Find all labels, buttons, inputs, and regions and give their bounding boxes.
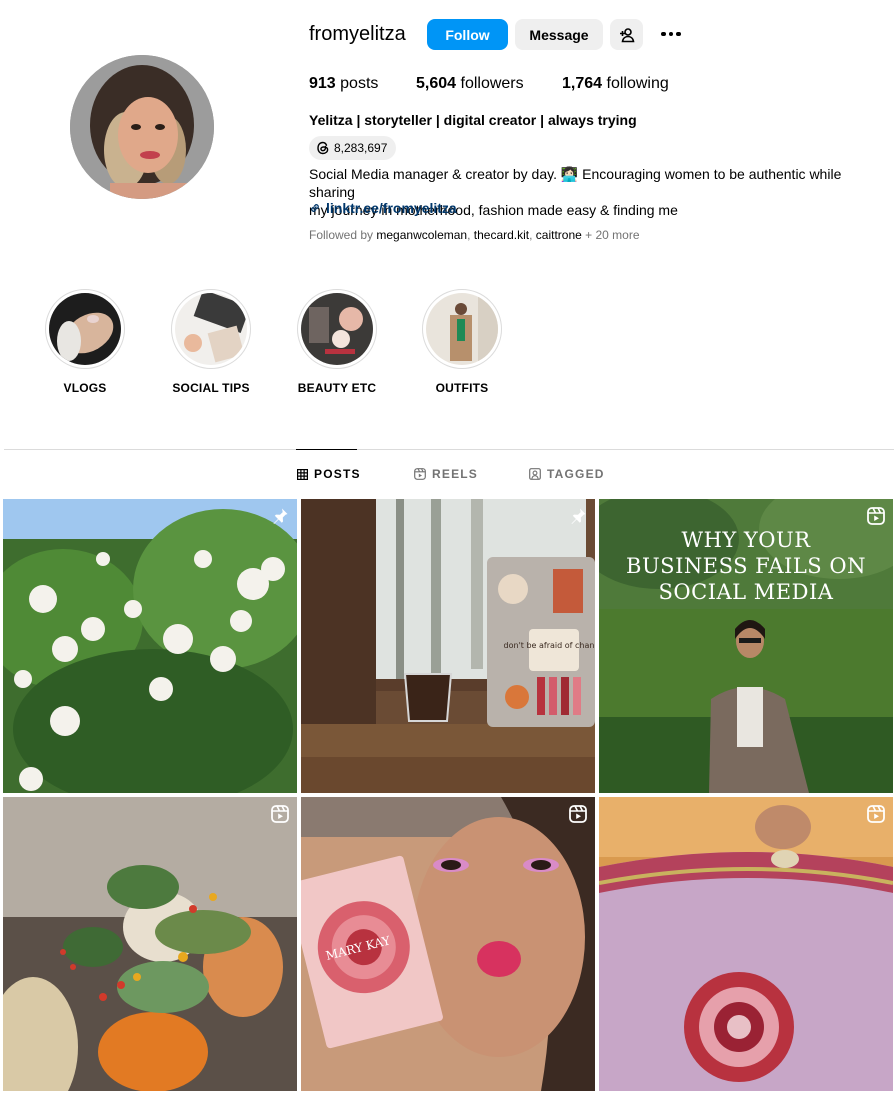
post-image: don't be afraid of change: [301, 499, 595, 793]
overlay-line: SOCIAL MEDIA: [658, 580, 834, 604]
message-button[interactable]: Message: [515, 19, 603, 50]
reel-icon: [867, 507, 885, 525]
tab-label: REELS: [432, 467, 479, 481]
highlight-beauty-etc[interactable]: BEAUTY ETC: [287, 289, 387, 395]
post-image: [3, 499, 297, 793]
pin-icon: [273, 508, 288, 524]
followed-by-user: thecard.kit: [473, 228, 530, 242]
post-tile[interactable]: don't be afraid of change: [301, 499, 595, 793]
following-stat[interactable]: 1,764 following: [562, 75, 669, 93]
post-tile[interactable]: [3, 499, 297, 793]
tab-reels[interactable]: REELS: [414, 467, 478, 481]
followed-by-user: meganwcoleman: [376, 228, 468, 242]
post-tile[interactable]: MARY KAY: [301, 797, 595, 1091]
profile-full-name: Yelitza | storyteller | digital creator …: [309, 112, 637, 128]
tab-tagged[interactable]: TAGGED: [529, 467, 605, 481]
followers-stat[interactable]: 5,604 followers: [416, 75, 524, 93]
more-dots-icon: [661, 31, 666, 37]
profile-username: fromyelitza: [309, 23, 406, 45]
post-tile[interactable]: [599, 797, 893, 1091]
following-label: following: [602, 75, 669, 92]
reel-icon: [867, 805, 885, 823]
highlight-social-tips[interactable]: SOCIAL TIPS: [161, 289, 261, 395]
follow-button[interactable]: Follow: [427, 19, 508, 50]
posts-stat: 913 posts: [309, 75, 378, 93]
posts-label: posts: [335, 75, 379, 92]
followed-by-separator: ,: [467, 228, 474, 242]
threads-count: 8,283,697: [334, 141, 388, 155]
highlight-label: SOCIAL TIPS: [172, 381, 250, 395]
profile-avatar[interactable]: [70, 55, 214, 199]
threads-icon: [317, 141, 329, 155]
tagged-icon: [529, 468, 541, 480]
bio-line-1: Social Media manager & creator by day. 👩…: [309, 166, 842, 200]
followed-by[interactable]: Followed by meganwcoleman, thecard.kit, …: [309, 228, 640, 242]
overlay-line: BUSINESS FAILS ON: [626, 554, 866, 578]
highlight-cover: [175, 293, 247, 365]
more-options-button[interactable]: [657, 24, 685, 44]
highlight-cover: [49, 293, 121, 365]
grid-icon: [297, 468, 308, 480]
tab-label: POSTS: [314, 467, 361, 481]
sticker-text: don't be afraid of change: [504, 641, 595, 650]
highlight-label: BEAUTY ETC: [297, 381, 377, 395]
tab-label: TAGGED: [547, 467, 605, 481]
highlight-cover: [301, 293, 373, 365]
highlight-label: VLOGS: [63, 381, 107, 395]
add-person-icon: [619, 27, 634, 42]
followed-by-separator: ,: [529, 228, 536, 242]
highlight-vlogs[interactable]: VLOGS: [35, 289, 135, 395]
followed-by-user: caittrone: [535, 228, 582, 242]
overlay-line: WHY YOUR: [681, 528, 811, 552]
profile-link[interactable]: linktr.ee/fromyelitza: [309, 200, 457, 216]
post-overlay-text: WHY YOUR BUSINESS FAILS ON SOCIAL MEDIA: [599, 527, 893, 605]
tabs-divider: [4, 449, 894, 450]
threads-badge[interactable]: 8,283,697: [309, 136, 397, 160]
highlight-cover: [426, 293, 498, 365]
post-image: MARY KAY: [301, 797, 595, 1091]
link-icon: [311, 204, 319, 212]
followed-by-more: + 20 more: [581, 228, 640, 242]
profile-link-text: linktr.ee/fromyelitza: [326, 200, 457, 216]
reel-icon: [271, 805, 289, 823]
post-image: [599, 797, 893, 1091]
followers-count: 5,604: [416, 75, 457, 92]
tab-posts[interactable]: POSTS: [297, 467, 361, 481]
post-image: [3, 797, 297, 1091]
posts-count: 913: [309, 75, 336, 92]
suggested-users-button[interactable]: [610, 19, 643, 50]
reels-icon: [414, 468, 426, 480]
highlight-label: OUTFITS: [435, 381, 489, 395]
post-tile[interactable]: [3, 797, 297, 1091]
pin-icon: [571, 508, 586, 524]
reel-icon: [569, 805, 587, 823]
followers-label: followers: [456, 75, 524, 92]
post-tile[interactable]: WHY YOUR BUSINESS FAILS ON SOCIAL MEDIA: [599, 499, 893, 793]
highlight-outfits[interactable]: OUTFITS: [412, 289, 512, 395]
followed-by-prefix: Followed by: [309, 228, 377, 242]
following-count: 1,764: [562, 75, 603, 92]
active-tab-indicator: [296, 449, 357, 450]
